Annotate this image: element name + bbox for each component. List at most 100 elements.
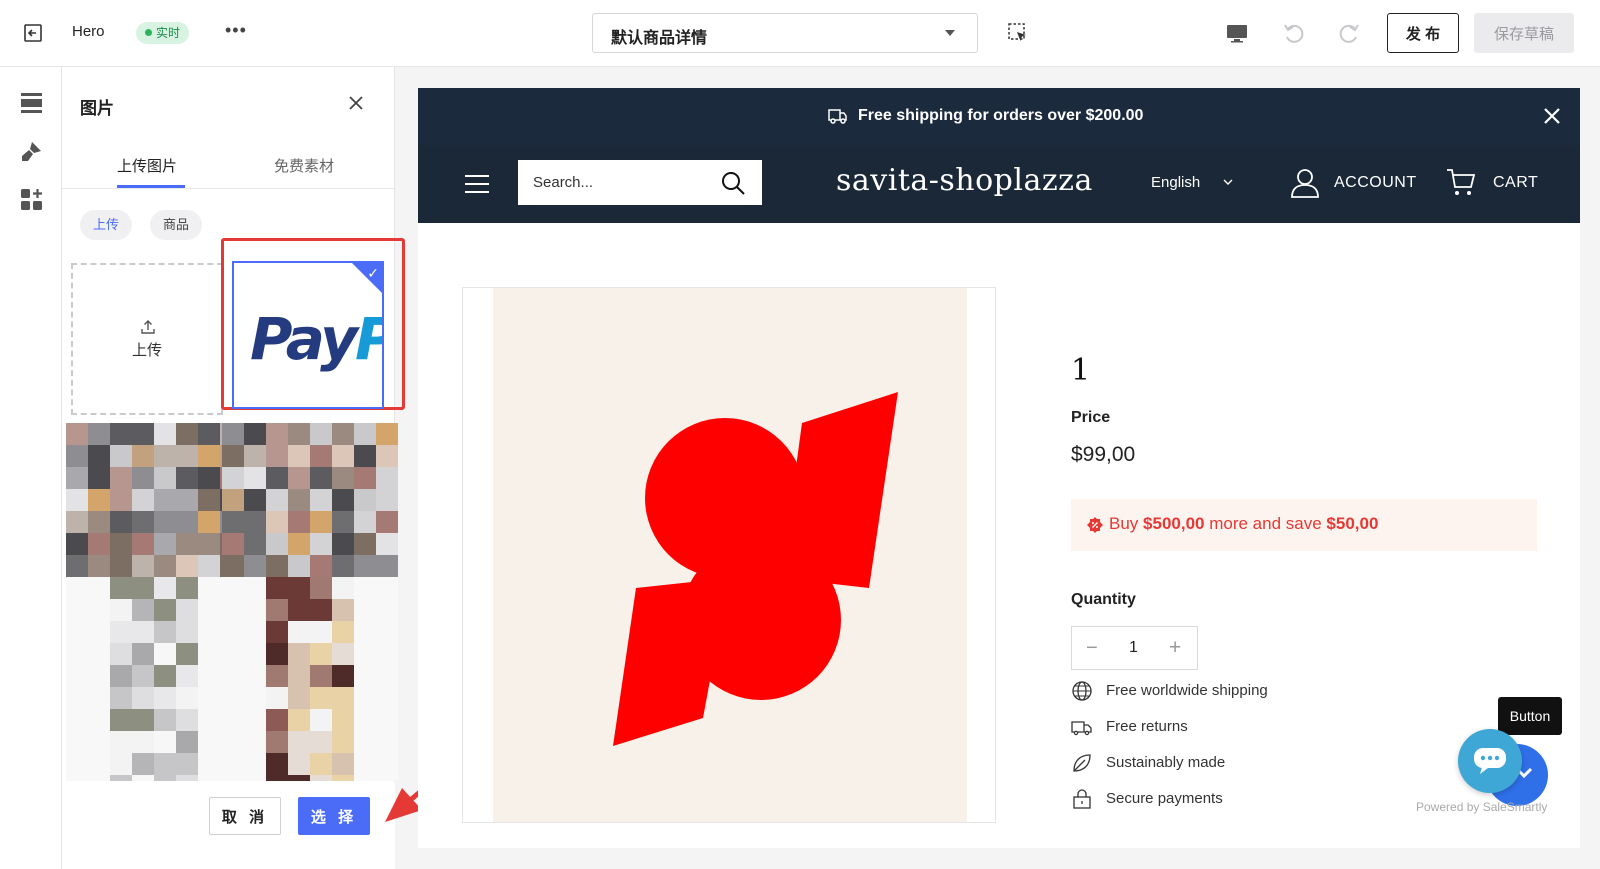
blurred-pixel: [244, 489, 266, 511]
close-announcement-icon[interactable]: [1542, 106, 1562, 126]
blurred-pixel: [288, 533, 310, 555]
blurred-pixel: [376, 489, 398, 511]
filter-chip-upload[interactable]: 上传: [80, 210, 133, 240]
select-button[interactable]: 选 择: [298, 797, 370, 835]
store-brand[interactable]: savita-shoplazza: [836, 163, 1093, 198]
blurred-pixel: [376, 621, 398, 643]
blurred-pixel: [176, 577, 198, 599]
image-thumbnail[interactable]: [66, 423, 242, 781]
blurred-pixel: [88, 599, 110, 621]
blurred-pixel: [244, 445, 266, 467]
product-image[interactable]: [493, 288, 967, 822]
cart-icon[interactable]: [1446, 167, 1476, 197]
blurred-pixel: [310, 643, 332, 665]
desktop-view-icon[interactable]: [1225, 21, 1249, 45]
blurred-pixel: [88, 445, 110, 467]
blurred-pixel: [222, 665, 244, 687]
blurred-pixel: [376, 577, 398, 599]
blurred-pixel: [266, 753, 288, 775]
blurred-pixel: [354, 511, 376, 533]
blurred-pixel: [198, 599, 220, 621]
blurred-pixel: [222, 423, 244, 445]
image-thumbnail[interactable]: [222, 423, 398, 781]
store-search-input[interactable]: Search...: [518, 160, 762, 205]
chat-widget-button[interactable]: [1458, 729, 1522, 793]
blurred-pixel: [66, 643, 88, 665]
blurred-pixel: [88, 621, 110, 643]
blurred-pixel: [332, 423, 354, 445]
cancel-button[interactable]: 取 消: [209, 797, 281, 835]
blurred-pixel: [288, 643, 310, 665]
blurred-pixel: [288, 621, 310, 643]
blurred-pixel: [66, 621, 88, 643]
blurred-pixel: [132, 577, 154, 599]
blurred-pixel: [88, 643, 110, 665]
blurred-pixel: [244, 665, 266, 687]
selected-image-paypal[interactable]: PayPal ✓: [232, 261, 384, 409]
upload-image-tile[interactable]: 上传: [71, 263, 223, 415]
quantity-increase-button[interactable]: +: [1169, 636, 1181, 660]
blurred-pixel: [244, 467, 266, 489]
blurred-pixel: [198, 687, 220, 709]
select-element-icon[interactable]: [1007, 22, 1029, 44]
blurred-pixel: [354, 445, 376, 467]
discount-badge-icon: [1087, 517, 1103, 533]
quantity-decrease-button[interactable]: −: [1086, 637, 1098, 660]
blurred-pixel: [88, 753, 110, 775]
quantity-label: Quantity: [1071, 591, 1136, 608]
theme-style-icon[interactable]: [20, 140, 43, 163]
blurred-pixel: [222, 599, 244, 621]
live-status-badge: 实时: [136, 22, 190, 44]
blurred-pixel: [222, 775, 244, 781]
language-selector[interactable]: English: [1151, 174, 1200, 191]
tab-free-assets[interactable]: 免费素材: [274, 155, 334, 176]
paypal-logo: PayPal: [250, 305, 382, 373]
blurred-pixel: [110, 533, 132, 555]
blurred-pixel: [332, 445, 354, 467]
panel-footer: 取 消 选 择: [62, 782, 395, 869]
blurred-pixel: [244, 577, 266, 599]
blurred-pixel: [132, 665, 154, 687]
powered-by-text: Powered by SaleSmartly: [1416, 800, 1548, 814]
blurred-pixel: [198, 489, 220, 511]
blurred-pixel: [222, 445, 244, 467]
blurred-pixel: [288, 599, 310, 621]
menu-icon[interactable]: [464, 173, 490, 195]
account-link[interactable]: ACCOUNT: [1334, 174, 1417, 192]
quantity-value[interactable]: 1: [1129, 639, 1138, 657]
exit-editor-icon[interactable]: [22, 22, 44, 44]
truck-icon: [828, 109, 847, 124]
page-template-select[interactable]: 默认商品详情: [592, 13, 978, 53]
blurred-pixel: [110, 687, 132, 709]
blurred-pixel: [244, 731, 266, 753]
product-price: $99,00: [1071, 443, 1136, 466]
blurred-pixel: [88, 687, 110, 709]
blurred-pixel: [66, 423, 88, 445]
blurred-pixel: [154, 533, 176, 555]
more-options-button[interactable]: •••: [225, 20, 247, 41]
blurred-pixel: [310, 423, 332, 445]
tab-upload-images[interactable]: 上传图片: [117, 155, 177, 176]
blurred-pixel: [266, 533, 288, 555]
account-icon[interactable]: [1290, 167, 1320, 199]
blurred-pixel: [66, 511, 88, 533]
search-icon[interactable]: [720, 170, 746, 196]
save-draft-button[interactable]: 保存草稿: [1474, 13, 1574, 53]
redo-icon[interactable]: [1337, 21, 1361, 45]
chevron-down-icon: [945, 30, 955, 36]
blurred-pixel: [66, 555, 88, 577]
sections-icon[interactable]: [20, 91, 43, 114]
feature-item: Sustainably made: [1071, 752, 1371, 774]
apps-icon[interactable]: [20, 188, 43, 211]
publish-button[interactable]: 发 布: [1387, 13, 1459, 53]
feature-text: Free worldwide shipping: [1106, 682, 1268, 699]
blurred-pixel: [110, 709, 132, 731]
close-icon[interactable]: [347, 94, 365, 112]
blurred-pixel: [132, 621, 154, 643]
blurred-pixel: [266, 687, 288, 709]
filter-chip-product[interactable]: 商品: [150, 210, 203, 240]
undo-icon[interactable]: [1282, 21, 1306, 45]
blurred-pixel: [332, 665, 354, 687]
cart-link[interactable]: CART: [1493, 174, 1538, 192]
blurred-pixel: [176, 709, 198, 731]
